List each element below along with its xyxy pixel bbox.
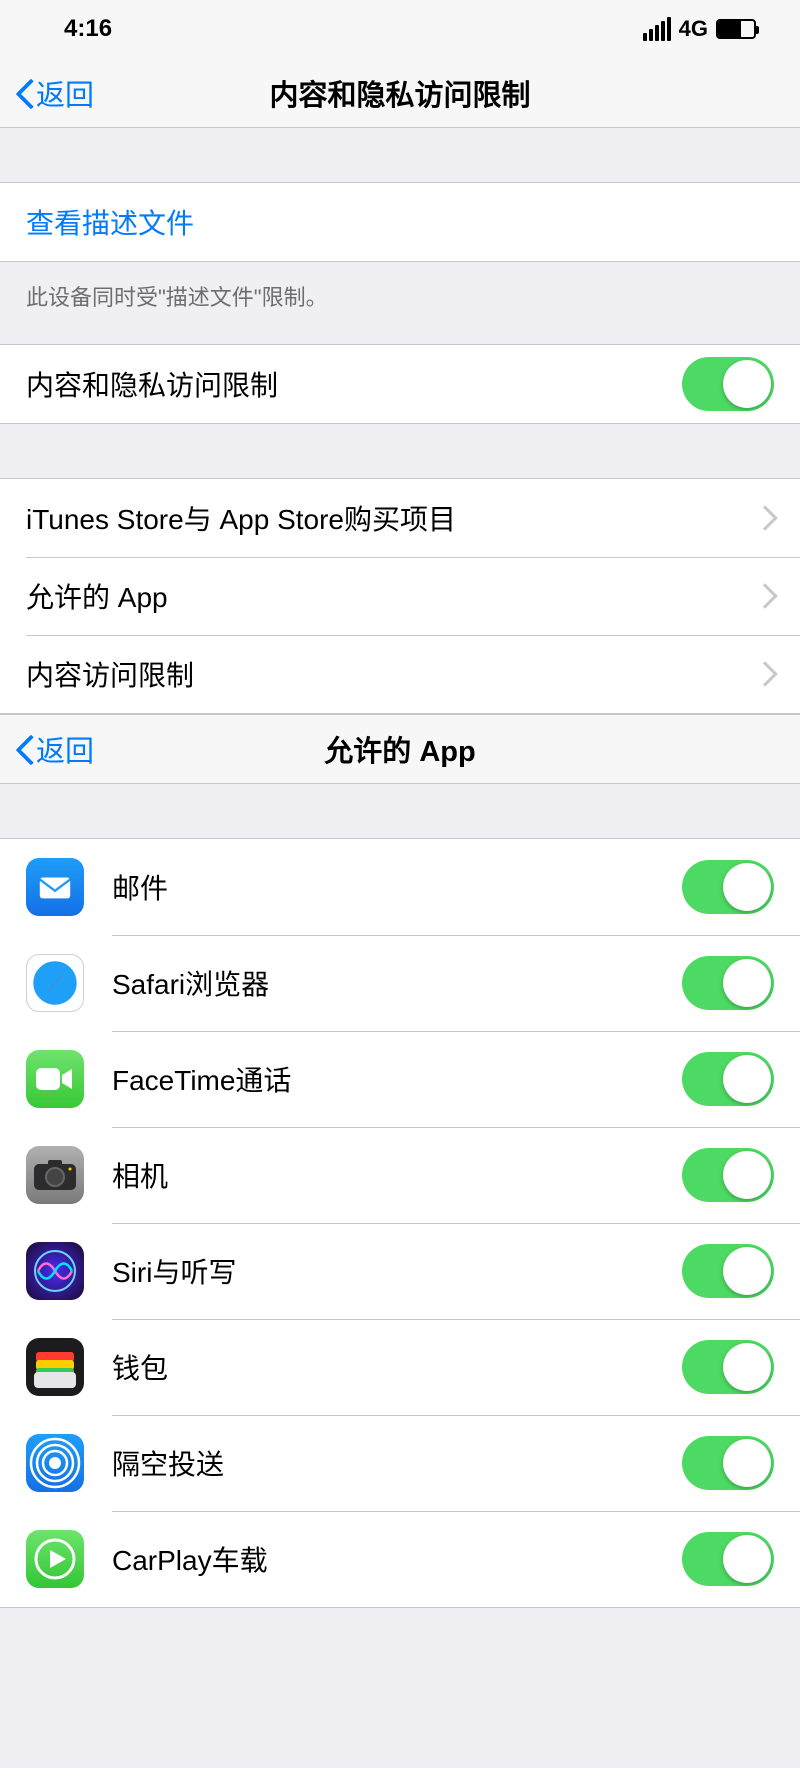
chevron-left-icon <box>14 733 34 765</box>
app-row-camera: 相机 <box>0 1127 800 1223</box>
nav-bar-allowed-apps: 返回 允许的 App <box>0 714 800 784</box>
status-right: 4G <box>643 16 756 42</box>
carplay-icon <box>26 1530 84 1588</box>
signal-icon <box>643 17 671 41</box>
app-row-mail: 邮件 <box>0 839 800 935</box>
allowed-apps-row[interactable]: 允许的 App <box>0 557 800 635</box>
profile-group: 查看描述文件 <box>0 182 800 262</box>
siri-icon <box>26 1242 84 1300</box>
app-toggle-wallet[interactable] <box>682 1340 774 1394</box>
app-row-carplay: CarPlay车载 <box>0 1511 800 1607</box>
back-button[interactable]: 返回 <box>0 728 94 770</box>
network-label: 4G <box>679 16 708 42</box>
battery-icon <box>716 19 756 39</box>
app-label-carplay: CarPlay车载 <box>112 1539 682 1579</box>
nav-bar-content-privacy: 返回 内容和隐私访问限制 <box>0 58 800 128</box>
app-row-wallet: 钱包 <box>0 1319 800 1415</box>
allowed-apps-label: 允许的 App <box>26 576 756 616</box>
view-profile-row[interactable]: 查看描述文件 <box>0 183 800 261</box>
app-toggle-camera[interactable] <box>682 1148 774 1202</box>
app-toggle-siri[interactable] <box>682 1244 774 1298</box>
content-privacy-toggle[interactable] <box>682 357 774 411</box>
mail-icon <box>26 858 84 916</box>
app-row-facetime: FaceTime通话 <box>0 1031 800 1127</box>
safari-icon <box>26 954 84 1012</box>
wallet-icon <box>26 1338 84 1396</box>
view-profile-label: 查看描述文件 <box>26 202 194 242</box>
back-button[interactable]: 返回 <box>0 72 94 114</box>
app-label-mail: 邮件 <box>112 867 682 907</box>
app-toggle-carplay[interactable] <box>682 1532 774 1586</box>
section-spacer <box>0 424 800 478</box>
chevron-right-icon <box>752 505 777 530</box>
section-spacer <box>0 128 800 182</box>
status-bar: 4:16 4G <box>0 0 800 58</box>
content-privacy-toggle-label: 内容和隐私访问限制 <box>26 364 682 404</box>
app-toggle-mail[interactable] <box>682 860 774 914</box>
airdrop-icon <box>26 1434 84 1492</box>
content-restrict-label: 内容访问限制 <box>26 654 756 694</box>
app-toggle-safari[interactable] <box>682 956 774 1010</box>
app-label-camera: 相机 <box>112 1155 682 1195</box>
page-title: 允许的 App <box>0 728 800 770</box>
app-label-facetime: FaceTime通话 <box>112 1059 682 1099</box>
section-spacer <box>0 784 800 838</box>
chevron-right-icon <box>752 661 777 686</box>
app-label-safari: Safari浏览器 <box>112 963 682 1003</box>
restrictions-links-group: iTunes Store与 App Store购买项目 允许的 App 内容访问… <box>0 478 800 714</box>
content-privacy-toggle-row: 内容和隐私访问限制 <box>0 345 800 423</box>
section-spacer <box>0 330 800 344</box>
app-toggle-facetime[interactable] <box>682 1052 774 1106</box>
app-label-siri: Siri与听写 <box>112 1251 682 1291</box>
profile-footer: 此设备同时受"描述文件"限制。 <box>0 262 800 330</box>
facetime-icon <box>26 1050 84 1108</box>
app-row-safari: Safari浏览器 <box>0 935 800 1031</box>
content-privacy-toggle-group: 内容和隐私访问限制 <box>0 344 800 424</box>
app-label-airdrop: 隔空投送 <box>112 1443 682 1483</box>
itunes-purchases-row[interactable]: iTunes Store与 App Store购买项目 <box>0 479 800 557</box>
app-toggle-airdrop[interactable] <box>682 1436 774 1490</box>
chevron-left-icon <box>14 77 34 109</box>
chevron-right-icon <box>752 583 777 608</box>
app-row-siri: Siri与听写 <box>0 1223 800 1319</box>
itunes-purchases-label: iTunes Store与 App Store购买项目 <box>26 498 756 538</box>
app-label-wallet: 钱包 <box>112 1347 682 1387</box>
app-row-airdrop: 隔空投送 <box>0 1415 800 1511</box>
page-title: 内容和隐私访问限制 <box>0 72 800 114</box>
content-restrict-row[interactable]: 内容访问限制 <box>0 635 800 713</box>
allowed-apps-group: 邮件 Safari浏览器 FaceTime通话 相机 Siri与听写 <box>0 838 800 1608</box>
status-time: 4:16 <box>64 15 112 43</box>
camera-icon <box>26 1146 84 1204</box>
